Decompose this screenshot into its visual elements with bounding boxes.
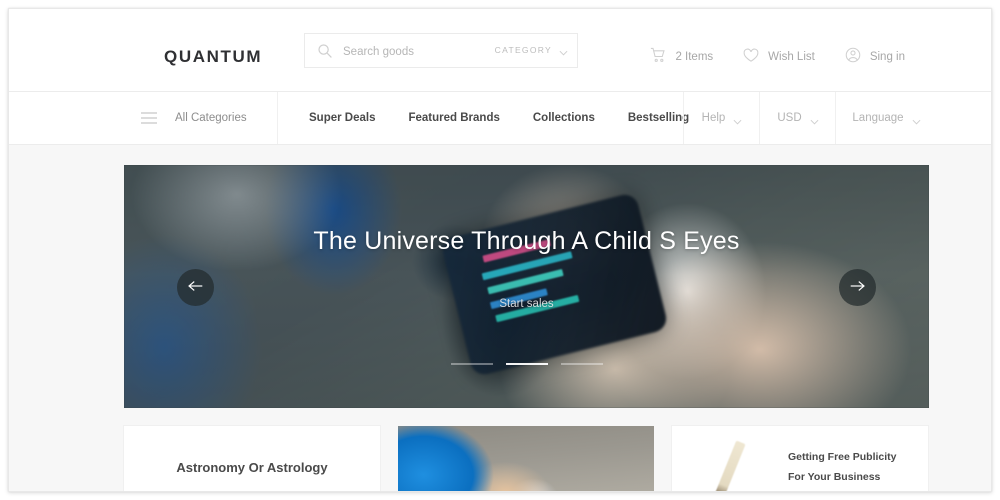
cart-action[interactable]: 2 Items [650, 47, 713, 66]
wishlist-label: Wish List [768, 50, 815, 63]
hamburger-icon [141, 112, 157, 124]
nav-all-categories-label: All Categories [175, 112, 247, 124]
hero-title: The Universe Through A Child S Eyes [313, 227, 740, 255]
nav-item-featured-brands[interactable]: Featured Brands [408, 112, 499, 124]
nav-items: Super Deals Featured Brands Collections … [309, 92, 689, 144]
pencil-icon [712, 440, 746, 491]
wishlist-action[interactable]: Wish List [743, 48, 815, 66]
promo-card-astronomy[interactable]: Astronomy Or Astrology [124, 426, 380, 491]
nav-item-super-deals[interactable]: Super Deals [309, 112, 375, 124]
hero-carousel[interactable]: The Universe Through A Child S Eyes Star… [124, 165, 929, 408]
nav-language-label: Language [852, 112, 904, 124]
carousel-prev-button[interactable] [177, 269, 214, 306]
carousel-dot-3[interactable] [560, 363, 603, 365]
main-nav: All Categories Super Deals Featured Bran… [9, 92, 991, 145]
header-actions: 2 Items Wish List Sing in [650, 47, 905, 66]
hero-cta-button[interactable]: Start sales [124, 298, 929, 310]
hero-overlay [124, 165, 929, 408]
chevron-down-icon [733, 116, 742, 125]
site-logo[interactable]: QUANTUM [164, 47, 262, 67]
promo-cards: Astronomy Or Astrology Getting Free Publ… [124, 426, 929, 491]
page-root: QUANTUM CATEGORY [9, 9, 991, 491]
promo-card-title: Astronomy Or Astrology [176, 460, 328, 475]
search-input[interactable] [341, 34, 505, 69]
arrow-right-icon [849, 279, 866, 297]
search-box[interactable]: CATEGORY [304, 33, 578, 69]
arrow-left-icon [187, 279, 204, 297]
promo-card-line-2: For Your Business [788, 471, 881, 483]
promo-card-text: Getting Free Publicity For Your Business [788, 447, 897, 487]
category-select[interactable]: CATEGORY [494, 45, 568, 56]
site-header: QUANTUM CATEGORY [9, 9, 991, 92]
signin-action[interactable]: Sing in [845, 47, 905, 66]
chevron-down-icon [810, 116, 819, 125]
carousel-indicators [124, 363, 929, 365]
promo-card-publicity[interactable]: Getting Free Publicity For Your Business [672, 426, 928, 491]
cart-icon [650, 47, 666, 66]
nav-currency[interactable]: USD [759, 92, 835, 144]
nav-item-collections[interactable]: Collections [533, 112, 595, 124]
search-icon [317, 43, 333, 59]
promo-card-photo[interactable] [398, 426, 654, 491]
nav-help-label: Help [701, 112, 726, 124]
user-icon [845, 47, 861, 66]
promo-card-line-1: Getting Free Publicity [788, 451, 897, 463]
nav-help[interactable]: Help [683, 92, 759, 144]
carousel-dot-1[interactable] [450, 363, 493, 365]
chevron-down-icon [559, 48, 568, 56]
signin-label: Sing in [869, 50, 905, 63]
cart-label: 2 Items [675, 50, 714, 63]
category-select-label: CATEGORY [494, 45, 552, 55]
carousel-next-button[interactable] [839, 269, 876, 306]
nav-currency-label: USD [777, 112, 802, 124]
browser-frame: QUANTUM CATEGORY [8, 8, 992, 492]
nav-item-bestselling[interactable]: Bestselling [628, 112, 689, 124]
chevron-down-icon [912, 116, 921, 125]
nav-all-categories[interactable]: All Categories [141, 92, 278, 144]
heart-icon [743, 48, 759, 66]
nav-language[interactable]: Language [835, 92, 936, 144]
nav-utility: Help USD Language [683, 92, 936, 144]
carousel-dot-2[interactable] [505, 363, 548, 365]
